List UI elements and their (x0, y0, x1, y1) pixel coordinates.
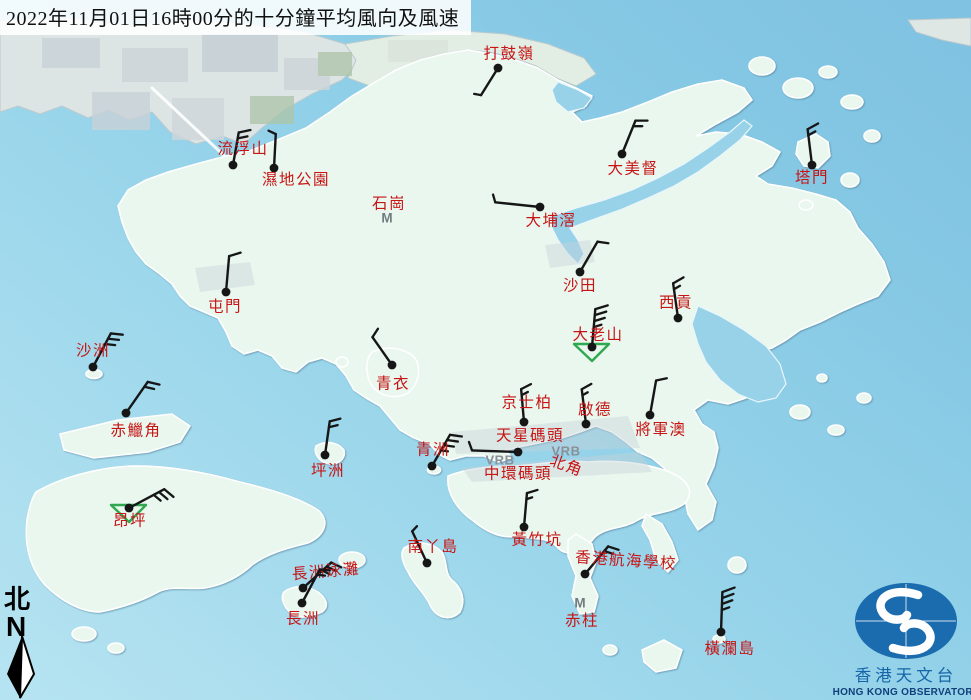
station-dot (581, 570, 590, 579)
station-dot (674, 314, 683, 323)
station-label: 沙田 (563, 278, 597, 295)
station-dot (423, 559, 432, 568)
station-label: 赤鱲角 (110, 422, 161, 440)
station-label: 西貢 (659, 295, 693, 312)
station-dot (125, 504, 134, 513)
station-label: 天星碼頭 (496, 427, 564, 445)
station-label: 塔門 (795, 169, 829, 187)
station-label: 打鼓嶺 (483, 45, 534, 63)
missing-data-indicator: M (381, 211, 392, 226)
station-label: 大老山 (572, 326, 623, 344)
station-label: 青衣 (376, 375, 410, 393)
station-dot (646, 411, 655, 420)
station-dot (298, 599, 307, 608)
station-label: 中環碼頭 (484, 465, 552, 483)
station-label: 黃竹坑 (511, 531, 562, 549)
station-dot (576, 268, 585, 277)
station-dot (808, 161, 817, 170)
station-label: 京士柏 (501, 394, 552, 412)
station-dot (321, 451, 330, 460)
station-dot (388, 361, 397, 370)
station-dot (428, 462, 437, 471)
station-label: 長洲 (286, 611, 320, 628)
north-chinese-label: 北 (4, 585, 30, 614)
wind-map-screenshot: 打鼓嶺流浮山濕地公園M石崗大美督塔門大埔滘沙田西貢大老山屯門沙洲赤鱲角青衣京士柏… (0, 0, 971, 700)
station-label: 赤柱 (565, 612, 599, 630)
station-label: 坪洲 (311, 462, 345, 480)
station-label: 流浮山 (217, 140, 268, 158)
station-label: 屯門 (208, 298, 242, 316)
station-dot (618, 150, 627, 159)
wind-barb-feather (598, 242, 609, 244)
wind-barb-feather (111, 333, 123, 334)
station-dot (588, 343, 597, 352)
station-label: 將軍澳 (635, 421, 686, 439)
station-dot (536, 203, 545, 212)
station-dot (514, 448, 523, 457)
station-dot (582, 420, 591, 429)
missing-data-indicator: M (574, 596, 585, 611)
station-dot (122, 409, 131, 418)
station-dot (222, 288, 231, 297)
hong-kong-map: 打鼓嶺流浮山濕地公園M石崗大美督塔門大埔滘沙田西貢大老山屯門沙洲赤鱲角青衣京士柏… (0, 0, 971, 700)
wind-barb-feather (474, 94, 481, 95)
station-dot (229, 161, 238, 170)
station-label: 橫瀾島 (704, 640, 755, 658)
map-title: 2022年11月01日16時00分的十分鐘平均風向及風速 (0, 0, 471, 35)
hko-logo-chinese: 香港天文台 (855, 666, 958, 685)
station-label: 青洲 (416, 441, 450, 459)
station-label: 石崗 (372, 195, 406, 213)
station-dot (520, 418, 529, 427)
station-dot (494, 64, 503, 73)
station-label: 沙洲 (76, 343, 110, 360)
station-dot (299, 584, 308, 593)
wind-barb-feather (317, 575, 325, 576)
hko-logo-english: HONG KONG OBSERVATORY (833, 687, 971, 698)
wind-barb-feather (108, 339, 119, 340)
station-label: 大美督 (607, 160, 658, 178)
station-dot (717, 628, 726, 637)
station-label: 啟德 (578, 401, 612, 419)
station-label: 濕地公園 (262, 171, 330, 189)
wind-barb-feather (320, 569, 330, 570)
station-label: 南丫島 (407, 538, 458, 556)
station-dot (520, 523, 529, 532)
station-dot (89, 363, 98, 372)
station-label: 大埔滘 (525, 212, 576, 230)
station-label: 昂坪 (113, 512, 147, 530)
